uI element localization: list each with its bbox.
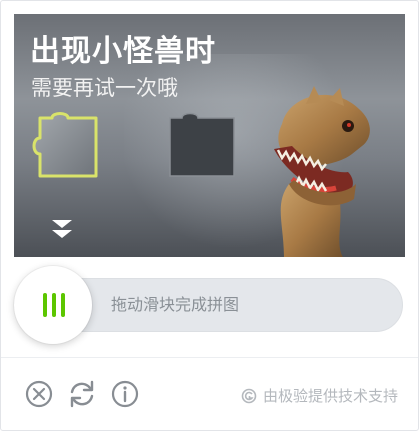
puzzle-piece-icon <box>32 112 98 178</box>
captcha-headline: 出现小怪兽时 <box>30 34 216 69</box>
info-icon[interactable] <box>110 379 140 409</box>
captcha-widget: 出现小怪兽时 需要再试一次哦 拖动滑块完成拼图 由极验提供技术支持 <box>0 0 419 431</box>
slider-hint-text: 拖动滑块完成拼图 <box>111 295 240 314</box>
drag-handle-icon <box>43 293 65 317</box>
captcha-subline: 需要再试一次哦 <box>31 76 178 100</box>
close-icon[interactable] <box>24 379 54 409</box>
puzzle-gap-icon <box>169 112 235 177</box>
refresh-icon[interactable] <box>67 379 97 409</box>
divider <box>1 357 418 358</box>
geetest-logo-icon <box>241 388 257 403</box>
brand-text: 由极验提供技术支持 <box>262 387 398 405</box>
brand-credit[interactable]: 由极验提供技术支持 <box>241 385 398 406</box>
captcha-image: 出现小怪兽时 需要再试一次哦 <box>14 14 405 257</box>
arrow-down-icon <box>52 220 72 238</box>
dinosaur-image <box>274 86 370 257</box>
slider-knob[interactable] <box>14 266 92 344</box>
